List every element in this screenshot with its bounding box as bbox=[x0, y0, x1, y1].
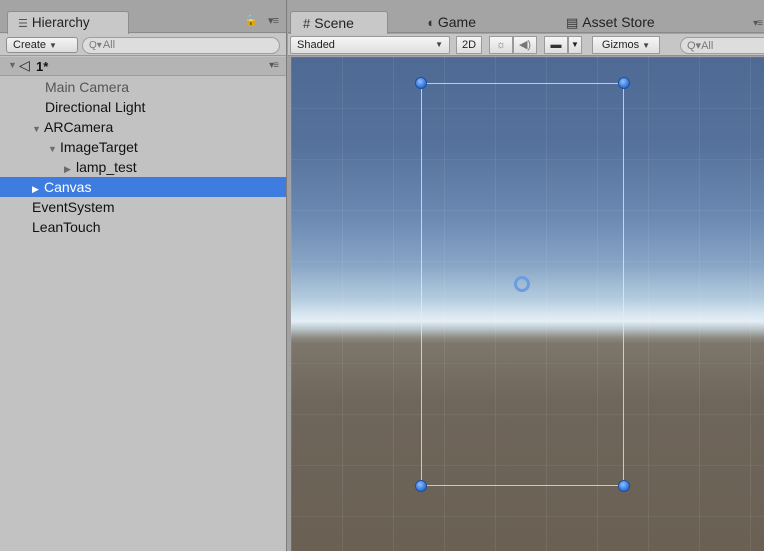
scene-menu-icon[interactable]: ▾≡ bbox=[269, 60, 279, 71]
tab-scene-label: Scene bbox=[314, 15, 354, 31]
audio-toggle-button[interactable]: ◀) bbox=[513, 36, 537, 54]
2d-toggle-label: 2D bbox=[461, 39, 477, 51]
speaker-icon: ◀) bbox=[518, 39, 532, 51]
scene-name: 1* bbox=[36, 59, 49, 74]
tree-item-label: lamp_test bbox=[76, 159, 137, 175]
chevron-down-icon: ▼ bbox=[642, 41, 651, 50]
rect-handle-bottom-right[interactable] bbox=[618, 480, 630, 492]
grid-hash-icon: # bbox=[303, 16, 311, 31]
tab-hierarchy-label: Hierarchy bbox=[31, 15, 90, 30]
rect-handle-top-right[interactable] bbox=[618, 77, 630, 89]
panel-menu-icon[interactable]: ▾≡ bbox=[268, 14, 279, 27]
tab-hierarchy[interactable]: ☰ Hierarchy bbox=[7, 11, 129, 34]
chevron-down-icon: ▼ bbox=[435, 40, 443, 49]
lock-icon[interactable]: 🔒 bbox=[244, 14, 258, 27]
collapse-arrow-icon[interactable]: ▶ bbox=[64, 159, 76, 179]
tree-item-imagetarget[interactable]: ▼ ImageTarget bbox=[0, 137, 286, 157]
tab-game[interactable]: ◖ Game bbox=[414, 11, 476, 34]
expand-arrow-icon[interactable]: ▼ bbox=[8, 60, 17, 70]
pivot-icon[interactable] bbox=[514, 276, 530, 292]
gizmos-label: Gizmos bbox=[601, 39, 640, 51]
scene-search-input[interactable]: Q▾All bbox=[680, 37, 764, 54]
tree-item-leantouch[interactable]: LeanTouch bbox=[0, 217, 286, 237]
expand-arrow-icon[interactable]: ▼ bbox=[32, 119, 44, 139]
lighting-toggle-button[interactable]: ☼ bbox=[489, 36, 513, 54]
tree-item-label: LeanTouch bbox=[32, 219, 101, 235]
tree-item-lamp-test[interactable]: ▶ lamp_test bbox=[0, 157, 286, 177]
list-icon: ☰ bbox=[18, 18, 28, 30]
tree-item-arcamera[interactable]: ▼ ARCamera bbox=[0, 117, 286, 137]
search-icon: Q▾ bbox=[89, 40, 102, 51]
scene-viewport[interactable] bbox=[291, 57, 764, 551]
scene-tabbar: # Scene ◖ Game ▤ Asset Store ▾≡ bbox=[288, 0, 764, 34]
tree-item-label: ARCamera bbox=[44, 119, 114, 135]
chevron-down-icon: ▼ bbox=[571, 40, 579, 49]
tree-item-label: ImageTarget bbox=[60, 139, 138, 155]
store-bag-icon: ▤ bbox=[566, 15, 579, 30]
hierarchy-toolbar: Create ▼ Q▾All bbox=[0, 34, 286, 56]
shading-mode-label: Shaded bbox=[297, 39, 335, 51]
tab-asset-store-label: Asset Store bbox=[582, 14, 655, 30]
tree-item-label: Canvas bbox=[44, 179, 92, 195]
scene-panel: # Scene ◖ Game ▤ Asset Store ▾≡ Shaded ▼ 2D … bbox=[288, 0, 764, 551]
tree-item-label: Main Camera bbox=[45, 79, 130, 95]
expand-arrow-icon[interactable]: ▼ bbox=[48, 139, 60, 159]
hierarchy-panel: ☰ Hierarchy 🔒 ▾≡ Create ▼ Q▾All ▼ ◁ 1* ▾≡ … bbox=[0, 0, 287, 551]
game-pacman-icon: ◖ bbox=[426, 15, 434, 30]
tree-item-canvas[interactable]: ▶ Canvas bbox=[0, 177, 286, 197]
effects-toggle-button[interactable]: ▬ bbox=[544, 36, 568, 54]
search-icon: Q▾ bbox=[687, 40, 702, 52]
unity-logo-icon: ◁ bbox=[19, 57, 30, 73]
image-icon: ▬ bbox=[550, 39, 562, 51]
search-placeholder: All bbox=[701, 40, 714, 52]
search-placeholder: All bbox=[102, 39, 116, 51]
tree-item-eventsystem[interactable]: EventSystem bbox=[0, 197, 286, 217]
hierarchy-search-input[interactable]: Q▾All bbox=[82, 37, 280, 54]
tab-asset-store[interactable]: ▤ Asset Store bbox=[554, 11, 655, 34]
tree-item-label: Directional Light bbox=[45, 99, 146, 115]
create-button-label: Create bbox=[13, 39, 47, 51]
tab-game-label: Game bbox=[437, 14, 476, 30]
hierarchy-tabbar: ☰ Hierarchy 🔒 ▾≡ bbox=[0, 0, 286, 34]
create-button[interactable]: Create ▼ bbox=[6, 37, 78, 53]
rect-handle-bottom-left[interactable] bbox=[415, 480, 427, 492]
scene-toolbar: Shaded ▼ 2D ☼ ◀) ▬ ▼ Gizmos ▼ Q▾All bbox=[288, 34, 764, 56]
tab-scene[interactable]: # Scene bbox=[290, 11, 388, 34]
collapse-arrow-icon[interactable]: ▶ bbox=[32, 179, 44, 199]
effects-dropdown-button[interactable]: ▼ bbox=[568, 36, 582, 54]
tree-item-label: EventSystem bbox=[32, 199, 115, 215]
tree-item-main-camera[interactable]: Main Camera bbox=[0, 77, 286, 97]
shading-mode-dropdown[interactable]: Shaded ▼ bbox=[290, 36, 450, 54]
scene-root-row[interactable]: ▼ ◁ 1* ▾≡ bbox=[0, 57, 286, 76]
2d-toggle-button[interactable]: 2D bbox=[456, 36, 482, 54]
hierarchy-tree: Main Camera Directional Light ▼ ARCamera … bbox=[0, 77, 286, 237]
tree-item-directional-light[interactable]: Directional Light bbox=[0, 97, 286, 117]
rect-handle-top-left[interactable] bbox=[415, 77, 427, 89]
chevron-down-icon: ▼ bbox=[49, 41, 57, 50]
sun-icon: ☼ bbox=[495, 39, 507, 51]
gizmos-dropdown[interactable]: Gizmos ▼ bbox=[592, 36, 660, 54]
panel-menu-icon[interactable]: ▾≡ bbox=[753, 18, 763, 29]
